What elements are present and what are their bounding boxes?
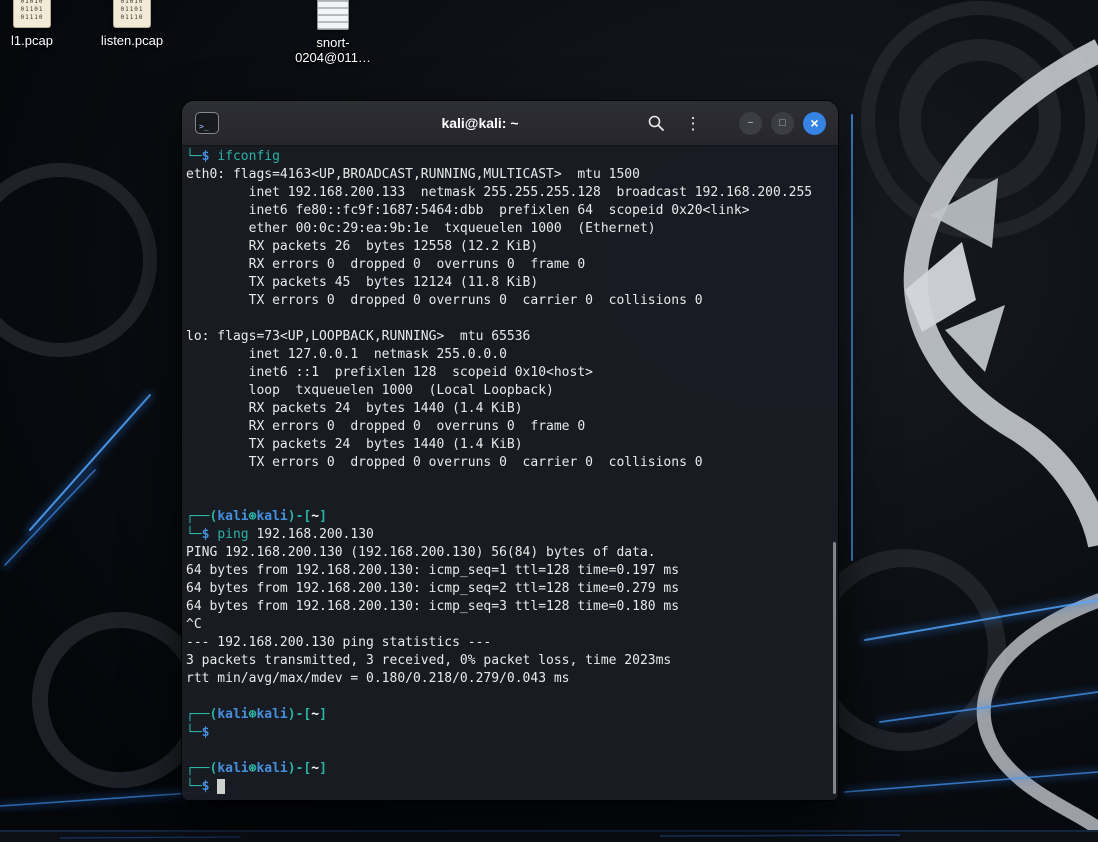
terminal-line: RX packets 26 bytes 12558 (12.2 KiB) [186,239,539,254]
maximize-icon: □ [779,116,786,129]
window-title: kali@kali: ~ [441,115,519,131]
terminal-line: TX packets 24 bytes 1440 (1.4 KiB) [186,437,523,452]
terminal-line: 3 packets transmitted, 3 received, 0% pa… [186,653,672,668]
terminal-line: 64 bytes from 192.168.200.130: icmp_seq=… [186,563,680,578]
terminal-line: TX errors 0 dropped 0 overruns 0 carrier… [186,455,703,470]
desktop-icon-listen-pcap[interactable]: 01010 01101 01110 listen.pcap [100,0,164,48]
pcap-file-icon: 01010 01101 01110 [113,0,151,28]
terminal-line: loop txqueuelen 1000 (Local Loopback) [186,383,554,398]
terminal-line: inet 192.168.200.133 netmask 255.255.255… [186,185,813,200]
terminal-line: └─$ [186,778,834,796]
terminal-window: >_ kali@kali: ~ ⋮ − □ × └─$ ifconfig eth… [182,101,838,800]
search-icon [648,115,664,131]
menu-button[interactable]: ⋮ [679,109,707,137]
terminal-line: --- 192.168.200.130 ping statistics --- [186,635,492,650]
terminal-line: TX packets 45 bytes 12124 (11.8 KiB) [186,275,539,290]
terminal-line: lo: flags=73<UP,LOOPBACK,RUNNING> mtu 65… [186,329,531,344]
terminal-line: TX errors 0 dropped 0 overruns 0 carrier… [186,293,703,308]
terminal-line: PING 192.168.200.130 (192.168.200.130) 5… [186,545,656,560]
titlebar-actions: ⋮ − □ × [642,109,838,137]
terminal-line: └─$ ping 192.168.200.130 [186,527,374,542]
search-button[interactable] [642,109,670,137]
terminal-line: 64 bytes from 192.168.200.130: icmp_seq=… [186,581,680,596]
desktop-icon-label: listen.pcap [100,33,164,48]
desktop-icon-l1-pcap[interactable]: 01010 01101 01110 l1.pcap [0,0,64,48]
pcap-file-icon: 01010 01101 01110 [13,0,51,28]
terminal-line: RX errors 0 dropped 0 overruns 0 frame 0 [186,257,586,272]
terminal-line: ┌──(kali⊛kali)-[~] [186,707,327,722]
kebab-icon: ⋮ [684,113,702,133]
desktop-icon-label: l1.pcap [11,33,53,48]
minimize-icon: − [747,116,754,129]
close-icon: × [810,114,819,131]
terminal-line: ^C [186,617,202,632]
terminal-line: eth0: flags=4163<UP,BROADCAST,RUNNING,MU… [186,167,640,182]
pcap-preview-text: 01010 01101 01110 [20,0,44,21]
terminal-line: RX errors 0 dropped 0 overruns 0 frame 0 [186,419,586,434]
terminal-line: └─$ [186,725,210,740]
terminal-line: ether 00:0c:29:ea:9b:1e txqueuelen 1000 … [186,221,656,236]
maximize-button[interactable]: □ [771,111,794,135]
document-file-icon [317,0,349,30]
pcap-preview-text: 01010 01101 01110 [120,0,144,21]
terminal-line: rtt min/avg/max/mdev = 0.180/0.218/0.279… [186,671,570,686]
terminal-line: ┌──(kali⊛kali)-[~] [186,509,327,524]
terminal-line: 64 bytes from 192.168.200.130: icmp_seq=… [186,599,680,614]
terminal-tab-icon[interactable]: >_ [195,112,219,134]
close-button[interactable]: × [803,111,826,135]
terminal-output[interactable]: └─$ ifconfig eth0: flags=4163<UP,BROADCAS… [182,146,838,796]
desktop-icon-label: snort-0204@011… [295,35,371,65]
terminal-line: inet 127.0.0.1 netmask 255.0.0.0 [186,347,507,362]
terminal-line: RX packets 24 bytes 1440 (1.4 KiB) [186,401,523,416]
terminal-prompt-glyph: >_ [199,122,209,131]
scrollbar-thumb[interactable] [833,542,836,794]
minimize-button[interactable]: − [739,111,762,135]
terminal-line: ┌──(kali⊛kali)-[~] [186,761,327,776]
titlebar[interactable]: >_ kali@kali: ~ ⋮ − □ × [182,101,838,146]
terminal-line: inet6 ::1 prefixlen 128 scopeid 0x10<hos… [186,365,593,380]
terminal-line: └─$ ifconfig [186,149,280,164]
desktop-icon-snort-log[interactable]: snort-0204@011… [288,0,378,65]
terminal-line: inet6 fe80::fc9f:1687:5464:dbb prefixlen… [186,203,750,218]
